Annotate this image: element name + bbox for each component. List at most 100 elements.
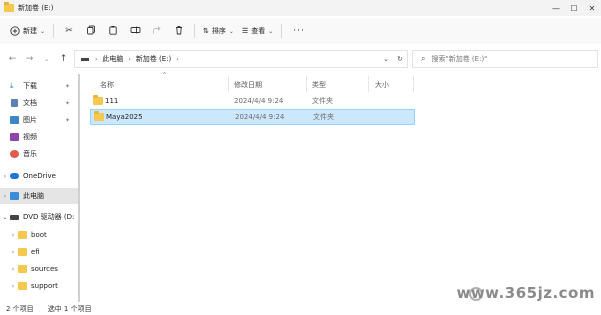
file-list: ^ 名称 修改日期 类型 大小 111 2024/4/4 9:24 文件夹 Ma…: [90, 72, 601, 302]
sidebar-item-label: DVD 驱动器 (D:: [23, 213, 75, 221]
column-header-type[interactable]: 类型: [312, 78, 326, 92]
cloud-icon: [10, 173, 19, 179]
sidebar-item-pictures[interactable]: 图片 ✦: [0, 112, 78, 128]
sidebar-item-label: boot: [31, 231, 47, 239]
computer-icon: [10, 192, 19, 200]
sidebar-item-onedrive[interactable]: › OneDrive: [0, 168, 78, 184]
folder-icon: [18, 282, 27, 290]
chevron-down-icon: ⌄: [40, 27, 46, 35]
document-icon: [11, 99, 18, 107]
chevron-right-icon[interactable]: ›: [0, 173, 10, 180]
sidebar-item-label: 图片: [23, 116, 37, 124]
folder-icon: [18, 231, 27, 239]
watermark: www.365jz.com: [456, 284, 595, 302]
chevron-down-icon[interactable]: ⌄: [38, 50, 55, 68]
sidebar-item-videos[interactable]: 视频: [0, 129, 78, 145]
paste-button[interactable]: [102, 21, 124, 41]
navigation-pane: ⤓ 下载 ✦ 文档 ✦ 图片 ✦ 视频 音乐 › OneDrive › 此电脑 …: [0, 74, 80, 301]
sidebar-item-sources[interactable]: › sources: [0, 261, 78, 277]
sidebar-item-efi[interactable]: › efi: [0, 244, 78, 260]
clipboard-icon: [108, 25, 118, 38]
column-divider[interactable]: [306, 76, 307, 92]
column-header-name[interactable]: 名称: [100, 78, 114, 92]
maximize-button[interactable]: ☐: [565, 0, 583, 16]
search-box[interactable]: ⌕: [412, 50, 598, 68]
view-icon: ☰: [241, 27, 249, 35]
sidebar-item-dvd-drive[interactable]: ⌄ DVD 驱动器 (D:: [0, 209, 78, 225]
rename-button[interactable]: [124, 21, 146, 41]
sidebar-item-music[interactable]: 音乐: [0, 146, 78, 162]
search-icon: ⌕: [421, 54, 426, 63]
folder-icon: [18, 265, 27, 273]
sidebar-item-label: sources: [31, 265, 58, 273]
up-arrow-icon[interactable]: ↑: [55, 50, 72, 68]
column-divider[interactable]: [368, 76, 369, 92]
sort-label: 排序: [211, 27, 226, 35]
toolbar-divider: [281, 24, 283, 38]
copy-button[interactable]: [80, 21, 102, 41]
command-bar: 新建 ⌄ ✂ ⇅ 排序 ⌄ ☰ 查看 ⌄ ···: [0, 18, 601, 44]
cut-button[interactable]: ✂: [58, 21, 80, 41]
refresh-icon[interactable]: ↻: [393, 55, 407, 63]
sidebar-item-boot[interactable]: › boot: [0, 227, 78, 243]
chevron-right-icon[interactable]: ›: [0, 193, 10, 200]
sidebar-scrollbar[interactable]: [78, 74, 80, 302]
sidebar-item-label: efi: [31, 248, 40, 256]
sidebar-item-this-pc[interactable]: › 此电脑: [0, 188, 78, 204]
sort-icon: ⇅: [203, 27, 209, 35]
sort-button[interactable]: ⇅ 排序 ⌄: [199, 21, 238, 41]
back-arrow-icon[interactable]: ←: [4, 50, 21, 68]
sidebar-item-downloads[interactable]: ⤓ 下载 ✦: [0, 78, 78, 94]
address-bar[interactable]: › 此电脑 › 新加卷 (E:) › ⌄ ↻: [74, 50, 408, 68]
dvd-icon: [10, 214, 19, 220]
column-divider[interactable]: [413, 76, 414, 92]
share-button[interactable]: [146, 21, 168, 41]
chevron-down-icon[interactable]: ⌄: [379, 55, 393, 63]
more-icon: ···: [293, 26, 305, 36]
sidebar-item-support[interactable]: › support: [0, 278, 78, 294]
toolbar-divider: [194, 24, 196, 38]
music-icon: [10, 150, 19, 158]
title-bar: 新加卷 (E:) — ☐ ✕: [0, 0, 601, 16]
chevron-down-icon[interactable]: ⌄: [0, 214, 10, 221]
column-header-size[interactable]: 大小: [375, 78, 389, 92]
close-button[interactable]: ✕: [583, 0, 601, 16]
sidebar-item-label: OneDrive: [23, 172, 56, 180]
sidebar-item-label: 此电脑: [23, 192, 44, 200]
chevron-right-icon[interactable]: ›: [8, 232, 18, 239]
chevron-right-icon[interactable]: ›: [8, 266, 18, 273]
folder-icon: [93, 95, 103, 105]
new-button[interactable]: 新建 ⌄: [6, 21, 49, 41]
sidebar-item-documents[interactable]: 文档 ✦: [0, 95, 78, 111]
file-name: Maya2025: [106, 113, 143, 121]
chevron-right-icon: ›: [128, 55, 131, 63]
folder-icon: [18, 248, 27, 256]
chevron-right-icon[interactable]: ›: [8, 249, 18, 256]
chevron-right-icon[interactable]: ›: [8, 283, 18, 290]
share-icon: [152, 25, 162, 38]
minimize-button[interactable]: —: [547, 0, 565, 16]
table-row[interactable]: 111 2024/4/4 9:24 文件夹: [90, 93, 415, 109]
view-button[interactable]: ☰ 查看 ⌄: [238, 21, 277, 41]
item-count: 2 个项目: [6, 304, 34, 313]
trash-icon: [174, 25, 184, 38]
file-date: 2024/4/4 9:24: [235, 113, 285, 121]
pin-icon: ✦: [64, 99, 70, 107]
sidebar-item-label: support: [31, 282, 58, 290]
file-name: 111: [105, 97, 119, 105]
column-header-date[interactable]: 修改日期: [234, 78, 262, 92]
forward-arrow-icon[interactable]: →: [21, 50, 38, 68]
drive-icon: [81, 57, 89, 61]
delete-button[interactable]: [168, 21, 190, 41]
address-actions: ⌄ ↻: [379, 51, 407, 67]
status-bar: 2 个项目 选中 1 个项目: [0, 302, 601, 315]
file-type: 文件夹: [312, 97, 333, 105]
breadcrumb-drive-e[interactable]: 新加卷 (E:): [136, 54, 171, 64]
chevron-right-icon: ›: [176, 55, 179, 63]
breadcrumb-this-pc[interactable]: 此电脑: [102, 54, 123, 64]
column-divider[interactable]: [228, 76, 229, 92]
more-button[interactable]: ···: [286, 21, 309, 41]
table-row[interactable]: Maya2025 2024/4/4 9:24 文件夹: [90, 109, 415, 125]
sort-up-icon: ^: [162, 72, 168, 79]
search-input[interactable]: [431, 55, 572, 63]
